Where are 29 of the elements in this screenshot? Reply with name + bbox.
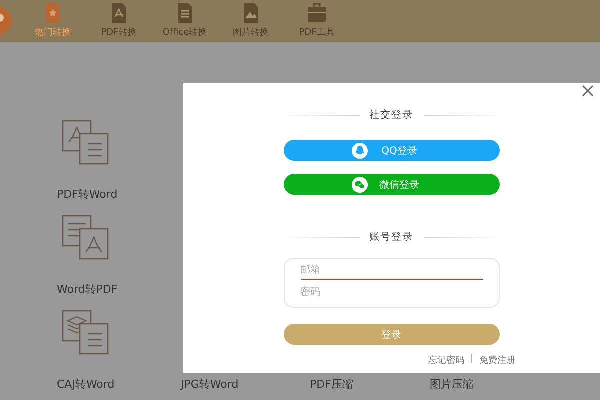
nav-tab[interactable]: PDF转换 [86, 3, 152, 39]
separator: | [470, 354, 474, 366]
text-link[interactable]: 忘记密码 [428, 354, 464, 367]
chat-bubbles-icon [352, 176, 368, 192]
tool-label[interactable]: CAJ转Word [57, 377, 115, 392]
document-icon [176, 3, 194, 23]
nav-tab[interactable]: 图片转换 [218, 3, 284, 39]
nav-tab[interactable]: Office转换 [152, 3, 218, 39]
briefcase-icon [308, 3, 326, 23]
pdf-to-word-icon [62, 120, 110, 166]
text-link[interactable]: 免费注册 [480, 354, 516, 367]
image-document-icon [242, 3, 260, 23]
penguin-icon [352, 142, 368, 158]
word-to-pdf-icon [62, 215, 110, 261]
tool-label[interactable]: 图片压缩 [430, 377, 474, 392]
section-heading: 社交登录 [370, 108, 414, 122]
caj-to-word-icon [62, 310, 110, 356]
tool-label[interactable]: PDF转Word [57, 187, 118, 202]
wechat-login-button[interactable]: 微信登录 [284, 174, 500, 195]
nav-tab[interactable]: PDF工具 [284, 3, 350, 39]
tool-label[interactable]: JPG转Word [181, 377, 239, 392]
section-heading: 账号登录 [370, 230, 414, 244]
close-icon[interactable] [582, 85, 594, 97]
document-star-icon [44, 3, 62, 23]
login-form-box[interactable]: 邮箱 密码 [284, 258, 500, 308]
tool-label[interactable]: Word转PDF [57, 282, 118, 297]
pdf-document-icon [110, 3, 128, 23]
tool-label[interactable]: PDF压缩 [310, 377, 354, 392]
qq-login-button[interactable]: QQ登录 [284, 140, 500, 161]
